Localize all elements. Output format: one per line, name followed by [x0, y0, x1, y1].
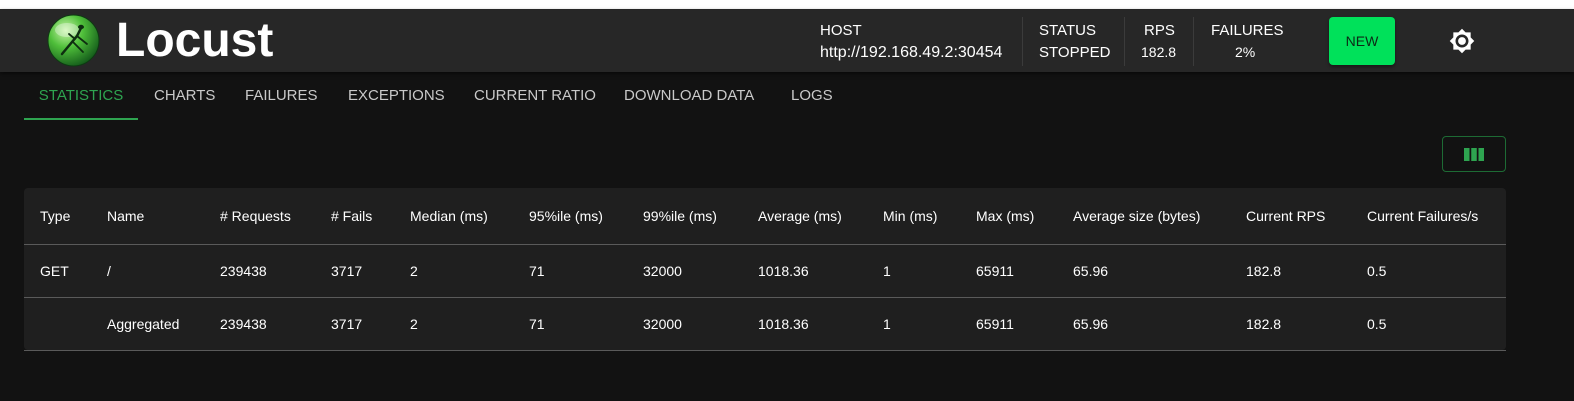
tab-charts[interactable]: CHARTS — [154, 72, 215, 120]
new-test-button[interactable]: NEW — [1329, 17, 1395, 65]
cell-name: / — [107, 263, 111, 279]
failures-value: 2% — [1235, 44, 1256, 60]
cell-fails: 3717 — [331, 316, 363, 332]
cell-average-size: 65.96 — [1073, 316, 1109, 332]
cell-average: 1018.36 — [758, 263, 809, 279]
tab-current-ratio[interactable]: CURRENT RATIO — [474, 72, 596, 120]
status-value: STOPPED — [1039, 44, 1111, 61]
rps-value: 182.8 — [1141, 44, 1177, 60]
tab-exceptions[interactable]: EXCEPTIONS — [348, 72, 445, 120]
cell-requests: 239438 — [220, 316, 267, 332]
table-row: Aggregated 239438 3717 2 71 32000 1018.3… — [24, 298, 1506, 351]
host-value: http://192.168.49.2:30454 — [820, 44, 1003, 61]
cell-max: 65911 — [976, 316, 1014, 332]
cell-current-rps: 182.8 — [1246, 316, 1282, 332]
column-header-current-rps[interactable]: Current RPS — [1246, 188, 1325, 244]
table-header-row: Type Name # Requests # Fails Median (ms)… — [24, 188, 1506, 245]
cell-fails: 3717 — [331, 263, 363, 279]
statistics-table: Type Name # Requests # Fails Median (ms)… — [24, 188, 1506, 351]
column-header-type[interactable]: Type — [40, 188, 70, 244]
tab-logs[interactable]: LOGS — [791, 72, 833, 120]
cell-min: 1 — [883, 263, 891, 279]
app-title: Locust — [116, 14, 274, 67]
cell-average-size: 65.96 — [1073, 263, 1109, 279]
column-header-name[interactable]: Name — [107, 188, 144, 244]
column-header-99ile[interactable]: 99%ile (ms) — [643, 188, 717, 244]
tab-failures[interactable]: FAILURES — [245, 72, 318, 120]
host-label: HOST — [820, 22, 862, 39]
locust-logo-icon — [47, 14, 100, 67]
active-tab-indicator — [24, 118, 138, 120]
column-header-requests[interactable]: # Requests — [220, 188, 291, 244]
cell-max: 65911 — [976, 263, 1014, 279]
cell-current-failures: 0.5 — [1367, 316, 1387, 332]
failures-stat: FAILURES 2% — [1211, 9, 1284, 72]
column-selector-button[interactable] — [1442, 136, 1506, 172]
cell-95ile: 71 — [529, 316, 545, 332]
column-header-fails[interactable]: # Fails — [331, 188, 372, 244]
app-header: Locust HOST http://192.168.49.2:30454 ST… — [0, 9, 1574, 72]
cell-99ile: 32000 — [643, 263, 682, 279]
header-divider — [1193, 17, 1194, 66]
column-header-current-failures[interactable]: Current Failures/s — [1367, 188, 1478, 244]
cell-average: 1018.36 — [758, 316, 809, 332]
cell-name: Aggregated — [107, 316, 180, 332]
cell-99ile: 32000 — [643, 316, 682, 332]
brightness-icon[interactable] — [1449, 28, 1475, 54]
header-divider — [1022, 17, 1023, 66]
header-divider — [1124, 17, 1125, 66]
cell-requests: 239438 — [220, 263, 267, 279]
failures-label: FAILURES — [1211, 22, 1284, 39]
column-header-average[interactable]: Average (ms) — [758, 188, 842, 244]
cell-min: 1 — [883, 316, 891, 332]
rps-label: RPS — [1144, 22, 1175, 39]
column-header-min[interactable]: Min (ms) — [883, 188, 937, 244]
cell-median: 2 — [410, 316, 418, 332]
column-header-max[interactable]: Max (ms) — [976, 188, 1034, 244]
window-top-strip — [0, 0, 1574, 9]
column-header-95ile[interactable]: 95%ile (ms) — [529, 188, 603, 244]
cell-current-rps: 182.8 — [1246, 263, 1282, 279]
rps-stat: RPS 182.8 — [1139, 9, 1179, 72]
cell-median: 2 — [410, 263, 418, 279]
column-header-median[interactable]: Median (ms) — [410, 188, 488, 244]
view-column-icon — [1464, 148, 1484, 161]
status-label: STATUS — [1039, 22, 1096, 39]
tab-download-data[interactable]: DOWNLOAD DATA — [624, 72, 754, 120]
column-header-average-size[interactable]: Average size (bytes) — [1073, 188, 1200, 244]
cell-current-failures: 0.5 — [1367, 263, 1387, 279]
cell-type: GET — [40, 263, 69, 279]
table-row: GET / 239438 3717 2 71 32000 1018.36 1 6… — [24, 245, 1506, 298]
tab-statistics[interactable]: STATISTICS — [24, 72, 138, 120]
cell-95ile: 71 — [529, 263, 545, 279]
